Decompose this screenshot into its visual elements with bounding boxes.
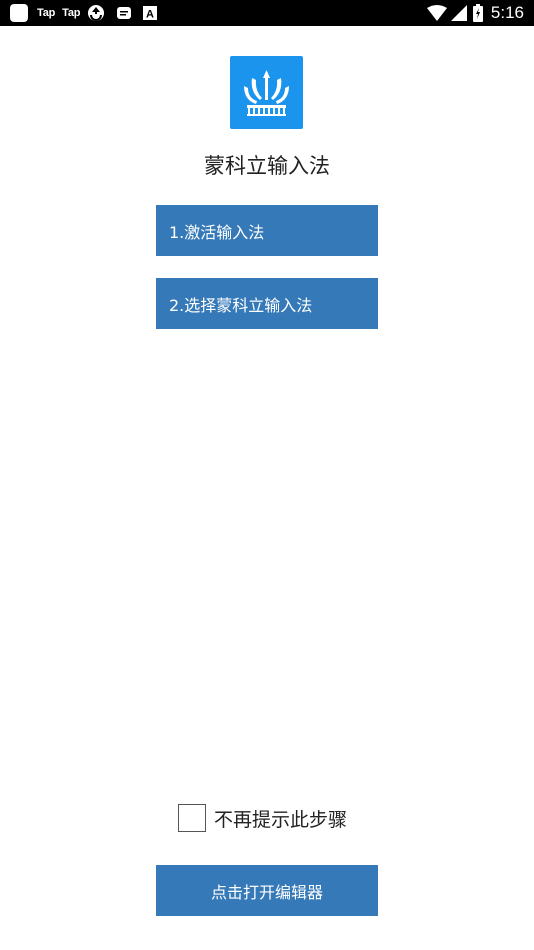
wifi-icon [426, 5, 447, 21]
svg-text:A: A [146, 9, 154, 21]
dont-show-again-label[interactable]: 不再提示此步骤 [214, 805, 347, 832]
app-logo-icon [230, 56, 303, 129]
keyboard-a-icon: A [143, 6, 158, 21]
status-time: 5:16 [490, 3, 524, 22]
select-input-method-button[interactable]: 2.选择蒙科立输入法 [156, 278, 378, 329]
open-editor-button[interactable]: 点击打开编辑器 [156, 865, 378, 916]
message-icon [117, 7, 132, 19]
app-notification-icon [10, 4, 28, 22]
taptap-notification-icon-2: Tap [62, 7, 81, 19]
cell-signal-icon [450, 5, 467, 21]
dont-show-again-checkbox[interactable] [178, 804, 206, 832]
dont-show-again-row[interactable]: 不再提示此步骤 [178, 804, 347, 832]
app-title: 蒙科立输入法 [204, 154, 330, 178]
taptap-notification-icon: Tap [37, 7, 56, 19]
status-bar: Tap Tap A 5:16 [0, 0, 534, 26]
battery-icon [472, 4, 483, 22]
activate-input-method-button[interactable]: 1.激活输入法 [156, 205, 378, 256]
status-bar-left: Tap Tap A [10, 0, 169, 26]
status-bar-right: 5:16 [426, 0, 524, 26]
sync-icon [87, 4, 105, 22]
